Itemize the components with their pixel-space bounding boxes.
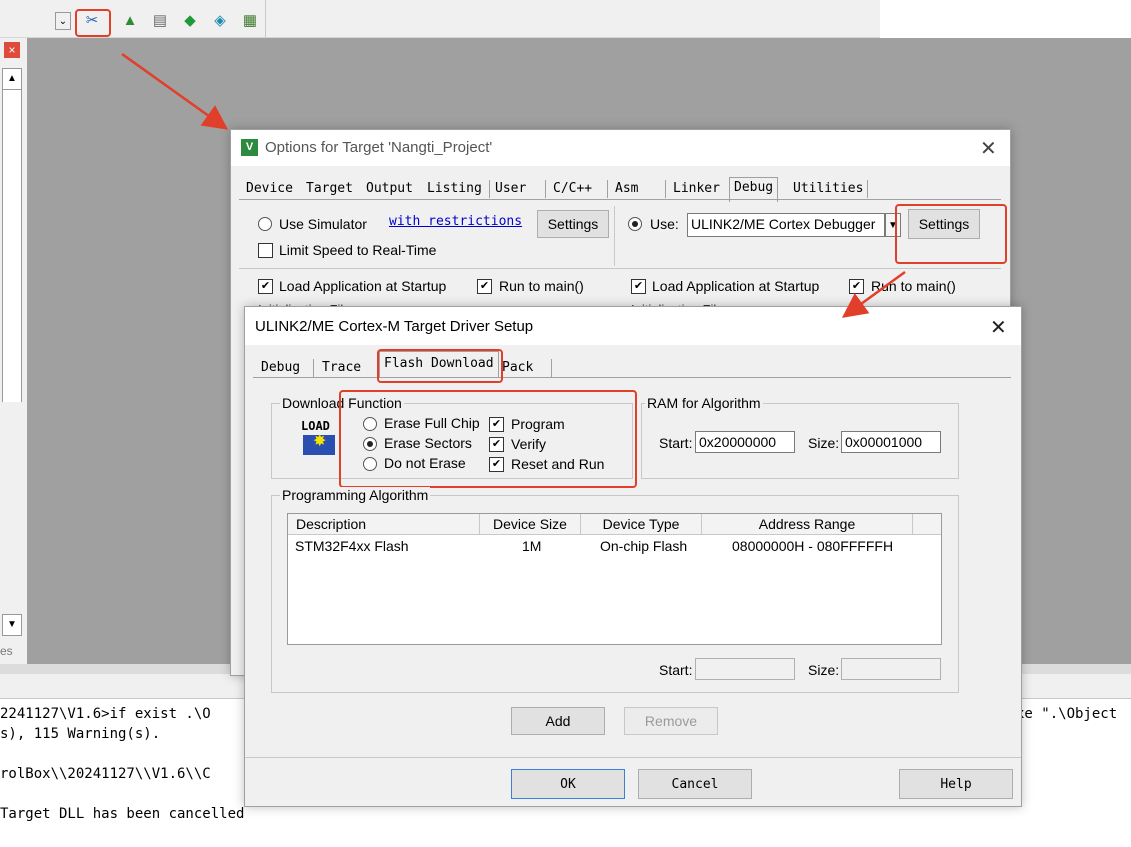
arrow-to-options-dialog: [121, 52, 229, 130]
annotation-arrows: [121, 52, 906, 318]
arrow-to-setup-dialog: [841, 270, 906, 318]
